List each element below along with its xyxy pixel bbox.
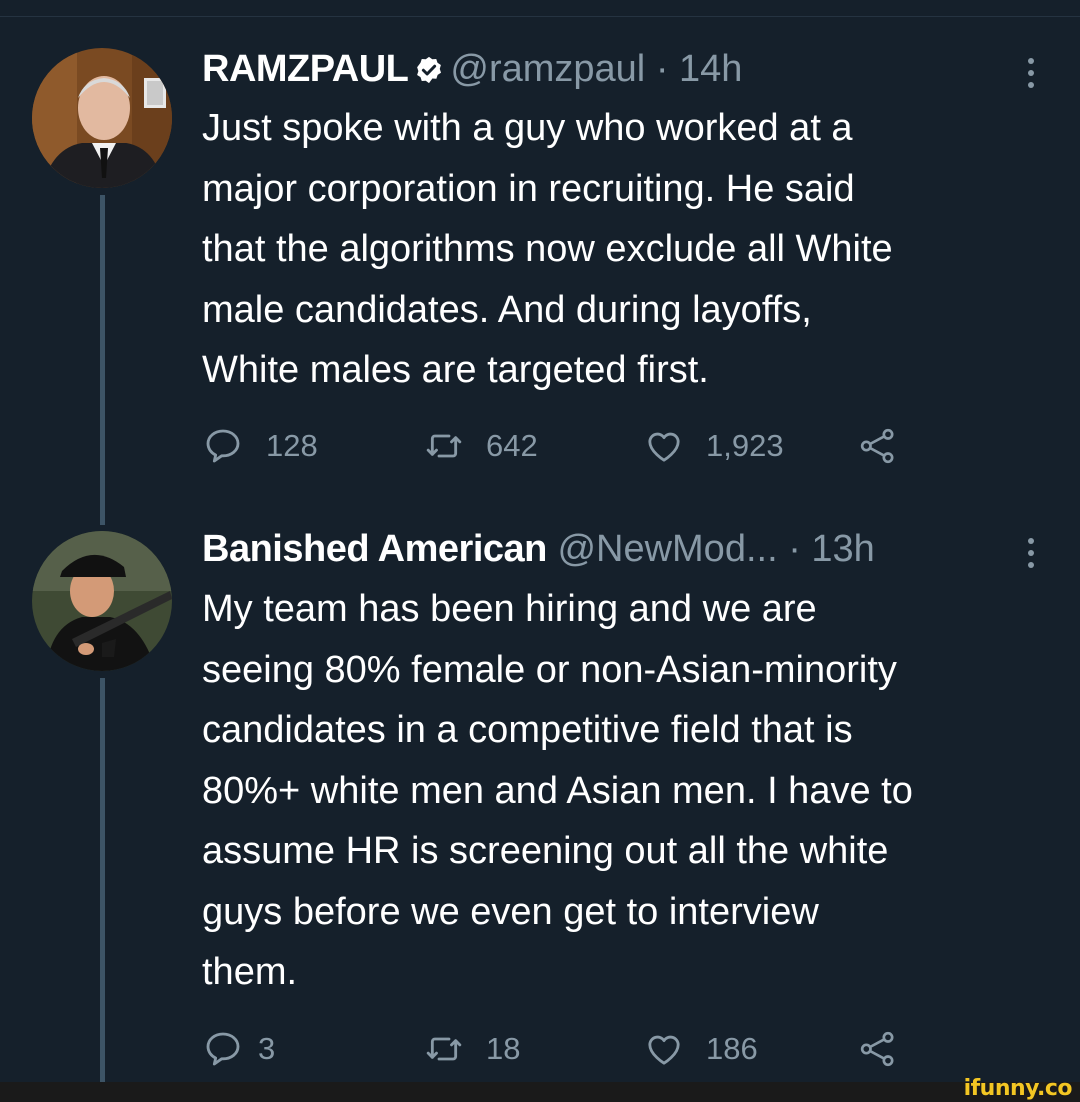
retweet-icon — [426, 434, 462, 458]
reply-count: 128 — [266, 428, 318, 463]
author-handle[interactable]: @ramzpaul — [450, 48, 645, 90]
top-divider — [0, 16, 1080, 17]
retweet-button[interactable]: 18 — [422, 1027, 520, 1071]
reply-count: 3 — [258, 1031, 276, 1066]
reply-icon — [206, 1032, 240, 1066]
share-button[interactable] — [856, 1027, 900, 1071]
reply-button[interactable]: 3 — [202, 1027, 275, 1071]
like-count: 1,923 — [706, 428, 784, 463]
share-icon — [860, 1031, 894, 1067]
tweet-text: My team has been hiring and we are seein… — [202, 588, 913, 993]
thread-connector — [100, 195, 105, 525]
more-options-icon[interactable] — [1026, 538, 1036, 568]
tweet-timestamp[interactable]: · 13h — [788, 528, 875, 570]
avatar[interactable] — [32, 531, 172, 671]
author-handle[interactable]: @NewMod... — [557, 528, 777, 570]
reply-button[interactable]: 128 — [202, 424, 318, 468]
tweet-timestamp[interactable]: · 14h — [656, 48, 743, 90]
retweet-button[interactable]: 642 — [422, 424, 538, 468]
watermark-bar — [0, 1082, 1080, 1102]
reply-icon — [206, 429, 240, 463]
retweet-count: 642 — [486, 428, 538, 463]
tweet-actions: 128 642 1,923 — [202, 424, 922, 468]
verified-badge-icon — [414, 50, 444, 96]
avatar[interactable] — [32, 48, 172, 188]
author-name[interactable]: Banished American — [202, 528, 547, 570]
tweet-actions: 3 18 186 — [202, 1027, 922, 1071]
avatar-photo — [32, 48, 172, 188]
like-button[interactable]: 1,923 — [642, 424, 784, 468]
tweet-text: Just spoke with a guy who worked at a ma… — [202, 107, 893, 391]
like-button[interactable]: 186 — [642, 1027, 758, 1071]
more-options-icon[interactable] — [1026, 58, 1036, 88]
thread-connector — [100, 678, 105, 1082]
retweet-count: 18 — [486, 1031, 521, 1066]
heart-icon — [648, 1035, 680, 1065]
avatar-photo — [32, 531, 172, 671]
share-button[interactable] — [856, 424, 900, 468]
tweet-header: RAMZPAUL @ramzpaul · 14h — [202, 46, 742, 96]
heart-icon — [648, 432, 680, 462]
share-icon — [860, 428, 894, 464]
like-count: 186 — [706, 1031, 758, 1066]
retweet-icon — [426, 1037, 462, 1061]
ifunny-watermark: ifunny.co — [963, 1076, 1073, 1101]
tweet-header: Banished American @NewMod... · 13h — [202, 526, 875, 572]
author-name[interactable]: RAMZPAUL — [202, 48, 409, 90]
